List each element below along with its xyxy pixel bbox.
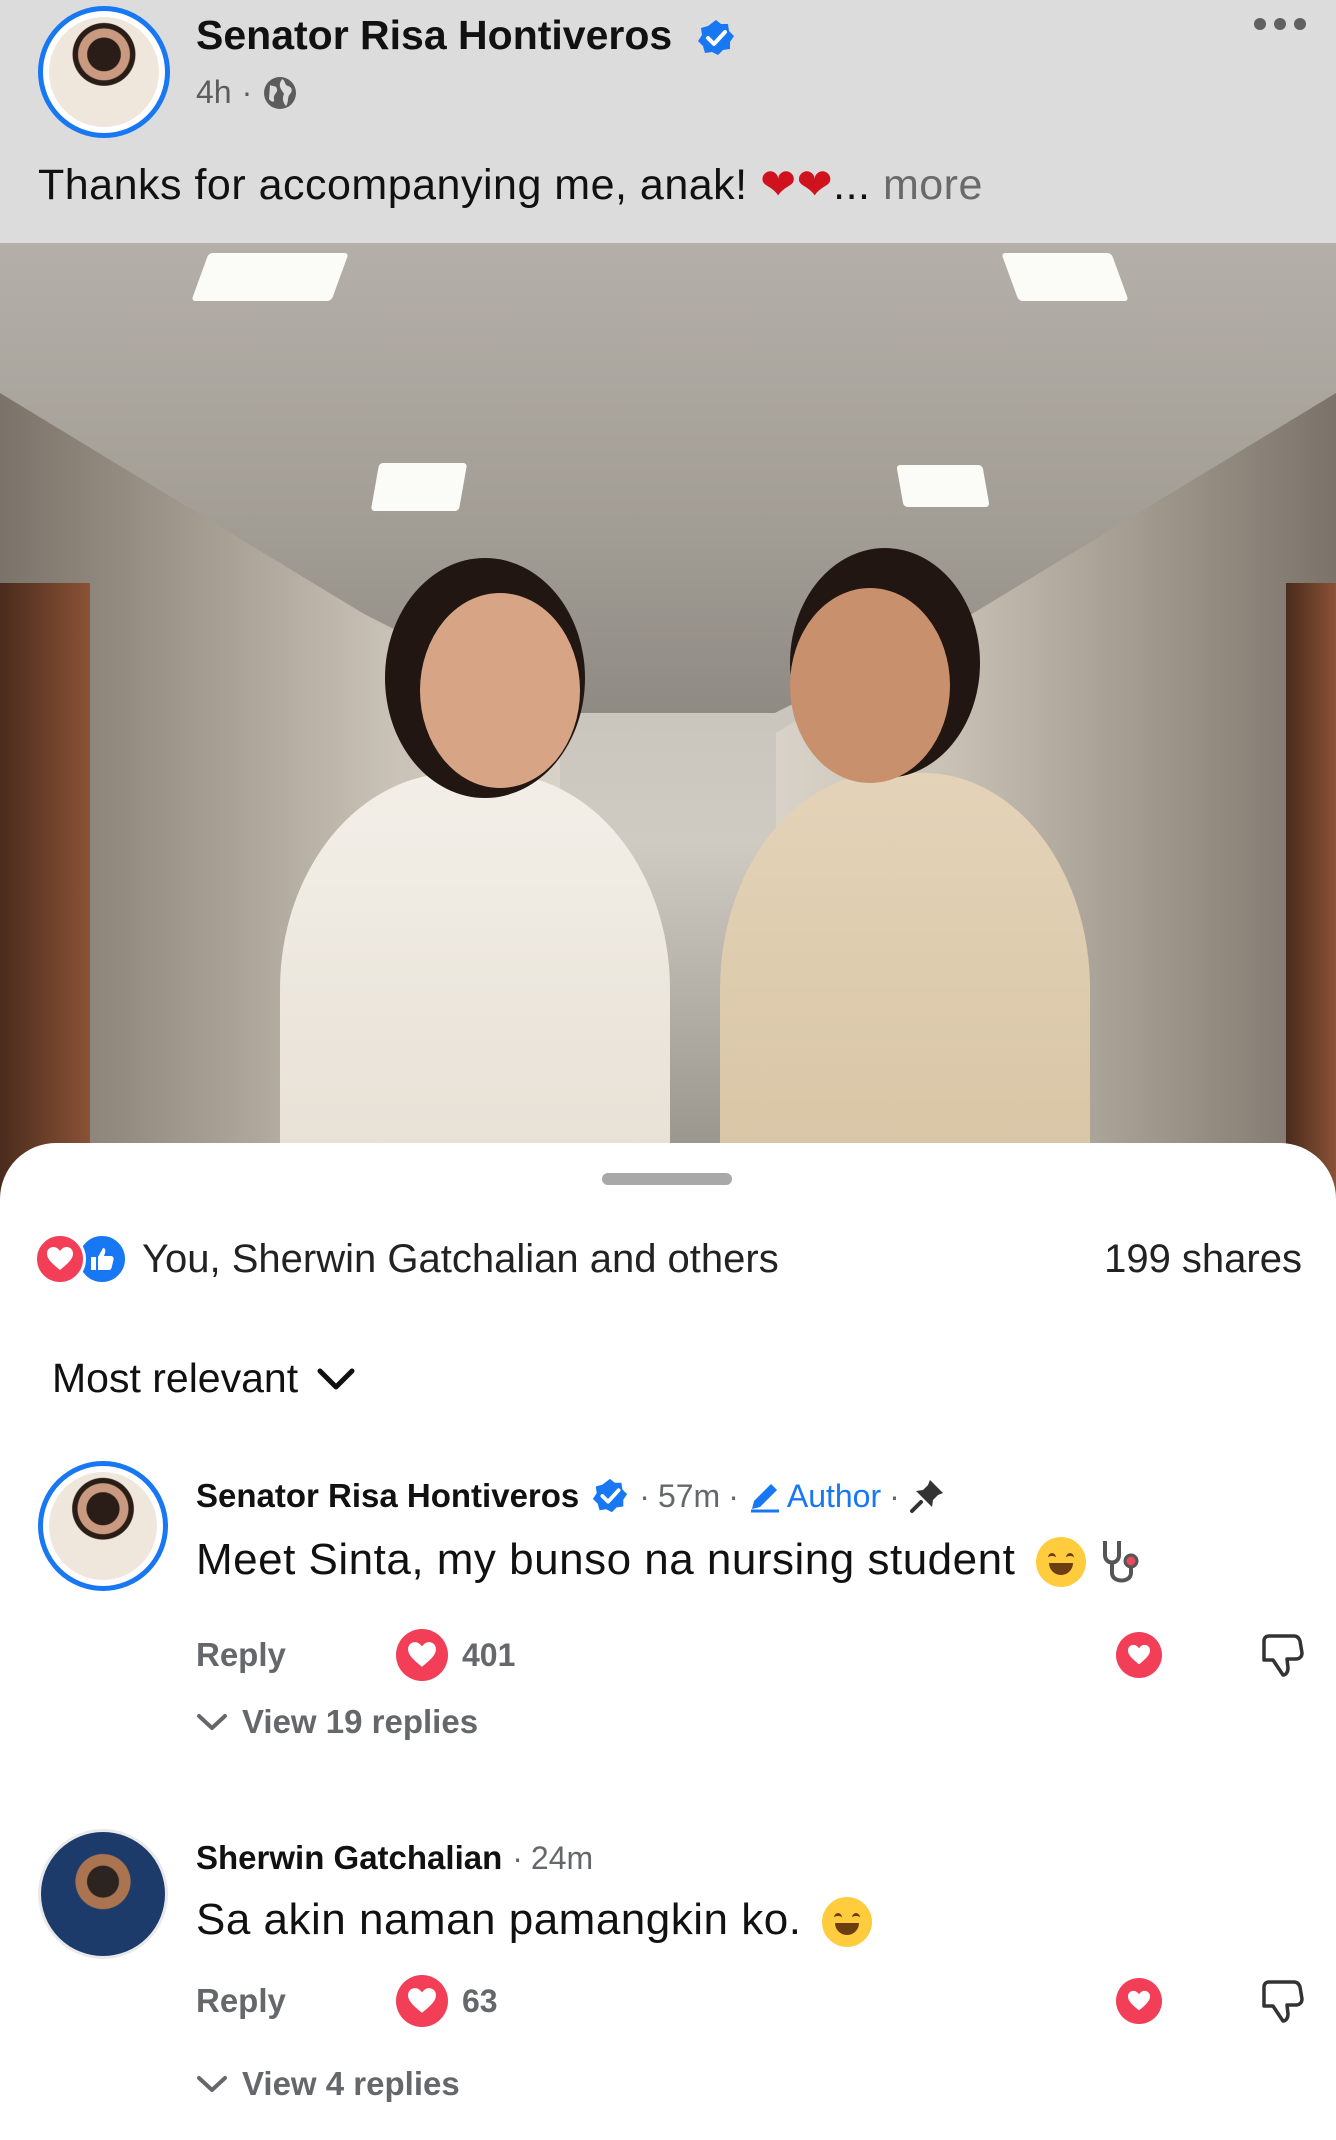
post-time: 4h	[196, 74, 232, 110]
love-reaction-icon	[34, 1233, 86, 1285]
comment-author-row: Sherwin Gatchalian · 24m	[196, 1839, 593, 1877]
love-reaction-icon	[396, 1629, 448, 1681]
comment-sort-dropdown[interactable]: Most relevant	[52, 1355, 356, 1402]
heart-emoji-icon: ❤❤	[760, 161, 834, 209]
comment-author-name[interactable]: Sherwin Gatchalian	[196, 1839, 502, 1877]
comment-right-actions	[1116, 1977, 1306, 2025]
photo-ceiling-light	[370, 463, 468, 511]
comment-time: 57m	[657, 1477, 721, 1514]
chevron-down-icon	[197, 1714, 227, 1730]
photo-face-left	[420, 593, 580, 788]
chevron-down-icon	[317, 1368, 355, 1389]
reply-button[interactable]: Reply	[196, 1636, 396, 1674]
post-author-name[interactable]: Senator Risa Hontiveros	[196, 12, 736, 59]
caption-ellipsis: ...	[833, 161, 871, 209]
reactions-summary[interactable]: You, Sherwin Gatchalian and others 199 s…	[34, 1229, 1302, 1289]
photo-ceiling-light	[191, 253, 349, 301]
post-photo[interactable]	[0, 243, 1336, 1243]
reaction-count-value: 63	[462, 1982, 498, 2019]
pin-icon	[909, 1480, 943, 1513]
meta-separator: ·	[512, 1839, 523, 1876]
comment-item: Senator Risa Hontiveros · 57m · Author ·…	[0, 1461, 1336, 1781]
grinning-emoji-icon	[822, 1897, 873, 1948]
view-replies-label[interactable]: View 4 replies	[242, 2065, 460, 2103]
meta-separator: ·	[639, 1477, 650, 1514]
love-reaction-icon	[396, 1975, 448, 2027]
view-replies-button[interactable]: View 19 replies	[196, 1703, 478, 1741]
reaction-count[interactable]: 63	[396, 1975, 498, 2027]
comment-actions: Reply 63	[196, 1971, 1306, 2031]
reaction-count[interactable]: 401	[396, 1629, 515, 1681]
dislike-icon[interactable]	[1258, 1631, 1306, 1679]
view-replies-label[interactable]: View 19 replies	[242, 1703, 478, 1741]
comment-meta: · 24m	[512, 1840, 593, 1877]
post-header: Senator Risa Hontiveros 4h · Thanks for …	[0, 0, 1336, 243]
view-replies-button[interactable]: View 4 replies	[196, 2065, 460, 2103]
meta-separator: ·	[889, 1477, 900, 1514]
smiling-emoji-icon	[1036, 1537, 1087, 1588]
photo-ceiling-light	[896, 465, 990, 507]
pencil-icon	[750, 1484, 779, 1513]
author-badge: Author	[747, 1478, 881, 1515]
comment-text: Meet Sinta, my bunso na nursing student	[196, 1535, 1145, 1588]
more-options-icon[interactable]	[1254, 18, 1306, 30]
reactions-text[interactable]: You, Sherwin Gatchalian and others	[142, 1237, 1104, 1282]
photo-face-right	[790, 588, 950, 783]
comment-author-name[interactable]: Senator Risa Hontiveros	[196, 1477, 579, 1515]
comments-sheet[interactable]: You, Sherwin Gatchalian and others 199 s…	[0, 1143, 1336, 2140]
chevron-down-icon	[197, 2076, 227, 2092]
stethoscope-emoji-icon	[1102, 1541, 1139, 1583]
verified-badge-icon	[593, 1478, 628, 1513]
comment-author-row: Senator Risa Hontiveros · 57m · Author ·	[196, 1477, 946, 1515]
comment-right-actions	[1116, 1631, 1306, 1679]
verified-badge-icon	[697, 20, 734, 56]
comment-body: Meet Sinta, my bunso na nursing student	[196, 1535, 1016, 1584]
post-caption: Thanks for accompanying me, anak! ❤❤... …	[38, 160, 983, 210]
comment-author-avatar[interactable]	[38, 1461, 168, 1591]
globe-icon	[264, 76, 297, 109]
reaction-icons	[34, 1233, 128, 1285]
photo-ceiling-light	[1001, 253, 1129, 301]
comment-meta: · 57m · Author ·	[639, 1477, 946, 1515]
sort-label[interactable]: Most relevant	[52, 1355, 298, 1402]
meta-separator: ·	[241, 74, 253, 110]
author-badge-label: Author	[786, 1477, 882, 1514]
reaction-count-value: 401	[462, 1636, 516, 1673]
comment-author-avatar[interactable]	[38, 1829, 168, 1959]
drag-handle[interactable]	[602, 1173, 732, 1185]
post-author-name-text[interactable]: Senator Risa Hontiveros	[196, 12, 672, 58]
love-button-icon[interactable]	[1116, 1978, 1162, 2024]
love-button-icon[interactable]	[1116, 1632, 1162, 1678]
comment-text: Sa akin naman pamangkin ko.	[196, 1895, 873, 1948]
reply-button[interactable]: Reply	[196, 1982, 396, 2020]
comment-item: Sherwin Gatchalian · 24m Sa akin naman p…	[0, 1829, 1336, 2139]
comment-actions: Reply 401	[196, 1625, 1306, 1685]
see-more-link[interactable]: more	[883, 161, 983, 209]
caption-text: Thanks for accompanying me, anak!	[38, 161, 748, 209]
comment-time: 24m	[530, 1839, 594, 1876]
post-author-avatar[interactable]	[38, 6, 170, 138]
post-meta: 4h ·	[196, 74, 298, 111]
comment-body: Sa akin naman pamangkin ko.	[196, 1895, 802, 1944]
meta-separator: ·	[728, 1477, 739, 1514]
dislike-icon[interactable]	[1258, 1977, 1306, 2025]
shares-count[interactable]: 199 shares	[1104, 1237, 1302, 1282]
